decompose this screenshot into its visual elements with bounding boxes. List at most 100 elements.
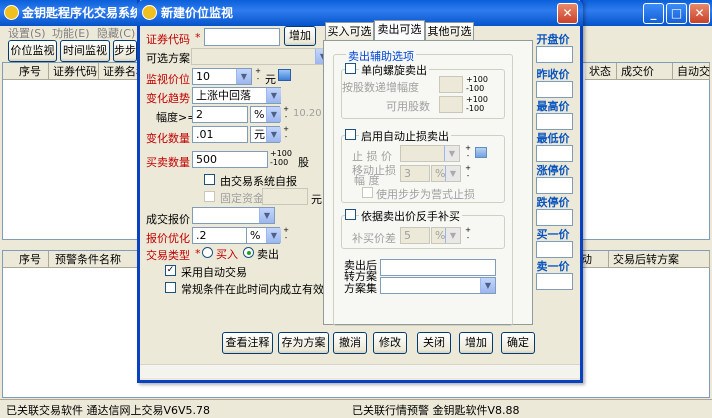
col-deal-price[interactable]: 成交价 — [617, 63, 673, 80]
undo-button[interactable]: 撤消 — [333, 332, 367, 354]
avail-shares-stepper[interactable]: +100 -100 — [466, 95, 488, 113]
col-code[interactable]: 证券代码 — [49, 63, 99, 80]
maximize-icon[interactable]: □ — [666, 3, 687, 24]
inc-amp-input[interactable] — [439, 76, 463, 93]
chevron-down-icon[interactable]: ▼ — [480, 278, 495, 293]
menu-hide[interactable]: 隐藏(C) — [97, 25, 135, 41]
main-title: 金钥匙程序化交易系统 — [22, 6, 143, 20]
chevron-down-icon[interactable]: ▼ — [266, 228, 281, 243]
spin-plus[interactable]: +100 — [466, 75, 488, 84]
trade-type-label: 交易类型 — [146, 249, 190, 262]
time-monitor-button[interactable]: 时间监视 — [60, 40, 110, 62]
col-auto-trade[interactable]: 自动交 — [673, 63, 710, 80]
dialog-close-icon[interactable]: ✕ — [557, 3, 578, 24]
menu-settings[interactable]: 设置(S) — [8, 25, 46, 41]
price-opt-input[interactable]: .2 — [192, 227, 248, 244]
monitor-price-stepper[interactable]: + - — [253, 67, 263, 84]
bid1-box — [536, 241, 573, 258]
tab-buy-options[interactable]: 买入可选 — [325, 22, 374, 41]
stock-code-input[interactable] — [204, 28, 280, 46]
stop-price-input[interactable]: ▼ — [400, 145, 460, 162]
step-button[interactable]: 步步 — [113, 40, 137, 62]
amplitude-input[interactable]: 2 — [192, 106, 248, 123]
sell-radio-label: 卖出 — [257, 248, 279, 261]
auto-trade-checkbox[interactable]: ✓ — [165, 265, 176, 276]
move-stop-unit[interactable]: % ▼ — [431, 165, 461, 182]
single-spiral-checkbox[interactable] — [345, 63, 356, 74]
scheme-set-select[interactable]: ▼ — [380, 277, 496, 294]
fixed-capital-input[interactable] — [262, 188, 308, 205]
low-price-label[interactable]: 最低价 — [533, 130, 573, 146]
calendar-icon[interactable] — [475, 147, 487, 158]
auto-system-label: 由交易系统自报 — [220, 175, 297, 188]
avail-shares-input[interactable] — [439, 96, 463, 113]
spin-minus[interactable]: -100 — [466, 104, 488, 113]
save-scheme-button[interactable]: 存为方案 — [278, 332, 329, 354]
view-notes-button[interactable]: 查看注释 — [222, 332, 273, 354]
buy-qty-input[interactable]: 500 — [192, 151, 268, 168]
change-qty-input[interactable]: .01 — [192, 126, 248, 143]
tab-sell-options[interactable]: 卖出可选 — [374, 20, 425, 42]
bid1-label[interactable]: 买一价 — [533, 226, 573, 242]
spin-minus[interactable]: -100 — [270, 158, 292, 167]
chevron-down-icon[interactable]: ▼ — [445, 166, 460, 181]
sell-radio[interactable] — [243, 247, 254, 258]
spin-plus[interactable]: +100 — [466, 95, 488, 104]
add-stock-button[interactable]: 增加 — [284, 26, 316, 46]
calendar-icon[interactable] — [278, 69, 291, 81]
dialog-hscroll[interactable] — [140, 364, 580, 378]
after-sell-input[interactable] — [380, 259, 496, 276]
high-price-label[interactable]: 最高价 — [533, 98, 573, 114]
stop-loss-checkbox[interactable] — [345, 129, 356, 140]
inc-amp-stepper[interactable]: +100 -100 — [466, 75, 488, 93]
amplitude-stepper[interactable]: + - — [281, 105, 291, 122]
ask1-label[interactable]: 卖一价 — [533, 258, 573, 274]
chevron-down-icon[interactable]: ▼ — [444, 146, 459, 161]
valid-time-label: 常规条件在此时间内成立有效 — [181, 283, 324, 296]
limit-down-label[interactable]: 跌停价 — [533, 194, 573, 210]
chevron-down-icon[interactable]: ▼ — [236, 69, 251, 84]
change-qty-stepper[interactable]: + - — [281, 125, 291, 142]
stop-price-stepper[interactable]: + - — [463, 144, 473, 161]
col2-index[interactable]: 序号 — [3, 251, 49, 268]
reverse-buy-checkbox[interactable] — [345, 209, 356, 220]
chevron-down-icon[interactable]: ▼ — [266, 88, 281, 103]
confirm-button[interactable]: 确定 — [501, 332, 535, 354]
fixed-capital-checkbox[interactable] — [204, 191, 215, 202]
rebuy-stepper[interactable]: + - — [463, 226, 473, 243]
tab-other-options[interactable]: 其他可选 — [425, 22, 474, 41]
chevron-down-icon[interactable]: ▼ — [259, 208, 274, 223]
price-opt-stepper[interactable]: + - — [281, 226, 291, 243]
auto-system-checkbox[interactable] — [204, 174, 215, 185]
optional-scheme-select[interactable]: ▼ — [191, 48, 331, 65]
rebuy-unit[interactable]: % ▼ — [431, 227, 461, 244]
menu-function[interactable]: 功能(E) — [52, 25, 90, 41]
deal-price-select[interactable]: ▼ — [192, 207, 275, 224]
add-button[interactable]: 增加 — [459, 332, 493, 354]
rebuy-input[interactable]: 5 — [400, 227, 430, 244]
move-stop-stepper[interactable]: + - — [463, 164, 473, 181]
prev-close-label[interactable]: 昨收价 — [533, 66, 573, 82]
close-icon[interactable]: ✕ — [689, 3, 710, 24]
col-status[interactable]: 状态 — [585, 63, 617, 80]
price-monitor-button[interactable]: 价位监视 — [8, 40, 57, 62]
chevron-down-icon[interactable]: ▼ — [445, 228, 460, 243]
close-button[interactable]: 关闭 — [417, 332, 451, 354]
minimize-icon[interactable]: _ — [643, 3, 664, 24]
use-step-checkbox[interactable] — [362, 187, 373, 198]
buy-qty-stepper[interactable]: +100 -100 — [270, 149, 292, 167]
col2-after-scheme[interactable]: 交易后转方案 — [609, 251, 710, 268]
limit-up-label[interactable]: 涨停价 — [533, 162, 573, 178]
buy-radio[interactable] — [202, 247, 213, 258]
open-price-label[interactable]: 开盘价 — [533, 31, 573, 47]
chevron-down-icon[interactable]: ▼ — [266, 127, 281, 142]
spin-minus[interactable]: -100 — [466, 84, 488, 93]
spin-plus[interactable]: +100 — [270, 149, 292, 158]
modify-button[interactable]: 修改 — [373, 332, 407, 354]
chevron-down-icon[interactable]: ▼ — [266, 107, 281, 122]
col2-name[interactable]: 预警条件名称 — [49, 251, 139, 268]
col-index[interactable]: 序号 — [3, 63, 49, 80]
col-name[interactable]: 证券名称 — [99, 63, 147, 80]
valid-time-checkbox[interactable] — [165, 282, 176, 293]
move-stop-input[interactable]: 3 — [400, 165, 430, 182]
